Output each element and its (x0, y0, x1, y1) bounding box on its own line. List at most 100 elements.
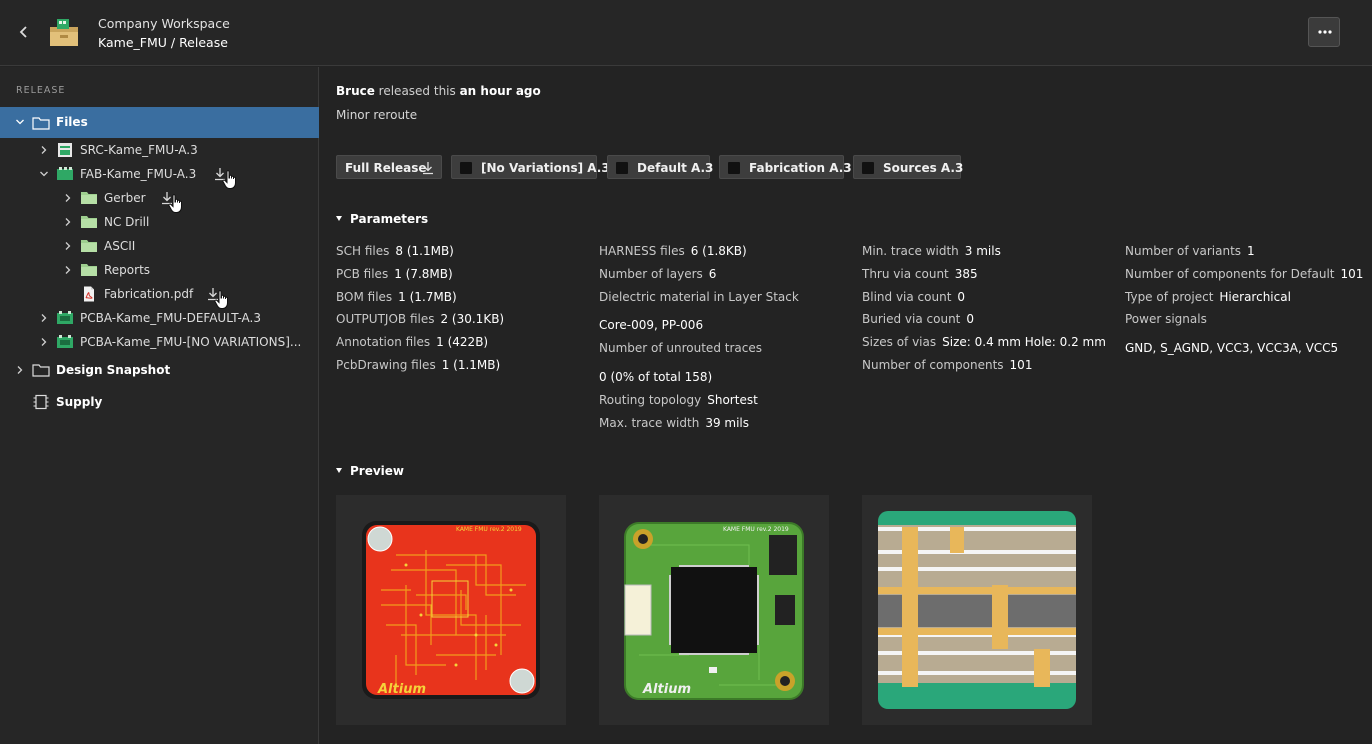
tree-item-label: Files (56, 115, 88, 129)
tree-item-files[interactable]: Files (0, 107, 319, 138)
tree-item-supply[interactable]: Supply (0, 390, 319, 414)
chevron-right-icon[interactable] (39, 145, 49, 155)
chevron-right-icon[interactable] (63, 193, 73, 203)
button-label: [No Variations] A.3 (481, 161, 610, 175)
tree-item-label: Reports (104, 263, 151, 277)
release-time: an hour ago (459, 84, 541, 98)
release-author[interactable]: Bruce (336, 84, 375, 98)
preview-layer-stack[interactable] (862, 495, 1092, 725)
tree-item-label: Supply (56, 395, 103, 409)
tree-item-label: Gerber (104, 191, 146, 205)
sidebar: RELEASE Files SRC-Kame_FMU-A.3 FAB-Kame_… (0, 67, 319, 744)
param-sizes-of-vias: Sizes of vias Size: 0.4 mm Hole: 0.2 mm (862, 335, 1106, 349)
assembly-package-icon (57, 335, 73, 348)
tree-item-src[interactable]: SRC-Kame_FMU-A.3 (0, 138, 319, 162)
chevron-right-icon[interactable] (15, 365, 25, 375)
button-label: Full Release (345, 161, 427, 175)
tree-item-label: ASCII (104, 239, 136, 253)
parameters-section-toggle[interactable]: Parameters (336, 212, 428, 226)
param-power-signals-value: GND, S_AGND, VCC3, VCC3A, VCC5 (1125, 341, 1339, 355)
tree-item-label: NC Drill (104, 215, 150, 229)
param-power-signals-label: Power signals (1125, 312, 1207, 326)
assembly-package-icon (57, 311, 73, 324)
chevron-right-icon[interactable] (39, 313, 49, 323)
source-package-icon (58, 143, 72, 157)
tree-item-design-snapshot[interactable]: Design Snapshot (0, 358, 319, 382)
folder-icon (32, 117, 50, 130)
chevron-right-icon[interactable] (39, 337, 49, 347)
no-variations-button[interactable]: [No Variations] A.3 (451, 155, 610, 179)
param-thru-via-count: Thru via count 385 (862, 267, 978, 281)
release-action: released this (374, 84, 460, 98)
tree-item-ascii[interactable]: ASCII (0, 234, 319, 258)
altium-logo-text: Altium (642, 682, 691, 697)
param-dielectric-material-label: Dielectric material in Layer Stack (599, 290, 799, 304)
param-pcbdrawing-files: PcbDrawing files 1 (1.1MB) (336, 358, 501, 372)
folder-icon (81, 192, 97, 204)
square-icon (728, 162, 740, 174)
tree-item-gerber[interactable]: Gerber (0, 186, 319, 213)
folder-icon (81, 264, 97, 276)
chevron-right-icon[interactable] (63, 217, 73, 227)
download-icon (423, 162, 433, 175)
param-dielectric-material-value: Core-009, PP-006 (599, 318, 704, 332)
param-unrouted-traces-label: Number of unrouted traces (599, 341, 762, 355)
button-label: Fabrication A.3 (749, 161, 852, 175)
sources-button[interactable]: Sources A.3 (853, 155, 964, 179)
pdf-file-icon (84, 286, 94, 302)
tree-item-reports[interactable]: Reports (0, 258, 319, 282)
chevron-right-icon[interactable] (63, 241, 73, 251)
chevron-right-icon[interactable] (63, 265, 73, 275)
preview-pcb-2d[interactable]: KAME FMU rev.2 2019 Altium (336, 495, 566, 725)
caret-down-icon (336, 468, 342, 473)
caret-down-icon (336, 216, 342, 221)
square-icon (460, 162, 472, 174)
chevron-down-icon[interactable] (15, 117, 25, 127)
param-annotation-files: Annotation files 1 (422B) (336, 335, 489, 349)
param-type-of-project: Type of project Hierarchical (1125, 290, 1291, 304)
tree-item-label: FAB-Kame_FMU-A.3 (80, 167, 197, 181)
tree-item-pcba-default[interactable]: PCBA-Kame_FMU-DEFAULT-A.3 (0, 306, 319, 330)
param-routing-topology: Routing topology Shortest (599, 393, 758, 407)
workspace-box-icon (50, 19, 78, 46)
tree-item-nc-drill[interactable]: NC Drill (0, 210, 319, 234)
breadcrumb: Kame_FMU / Release (98, 35, 228, 50)
square-icon (862, 162, 874, 174)
tree-item-fabrication-pdf[interactable]: Fabrication.pdf (0, 282, 319, 309)
app-header: Company Workspace Kame_FMU / Release (0, 0, 1372, 66)
button-label: Sources A.3 (883, 161, 964, 175)
back-arrow-icon[interactable] (14, 22, 32, 42)
folder-icon (81, 216, 97, 228)
param-min-trace-width: Min. trace width 3 mils (862, 244, 1001, 258)
workspace-name: Company Workspace (98, 16, 230, 31)
param-number-of-components: Number of components 101 (862, 358, 1033, 372)
tree-item-label: PCBA-Kame_FMU-DEFAULT-A.3 (80, 311, 261, 325)
preview-section-toggle[interactable]: Preview (336, 464, 404, 478)
chevron-down-icon[interactable] (39, 169, 49, 179)
release-info: Bruce released this an hour ago (336, 84, 541, 98)
param-unrouted-traces-value: 0 (0% of total 158) (599, 370, 713, 384)
tree-item-label: SRC-Kame_FMU-A.3 (80, 143, 198, 157)
breadcrumb-page: Release (179, 35, 228, 50)
preview-pcb-3d[interactable]: KAME FMU rev.2 2019 Altium (599, 495, 829, 725)
default-variant-button[interactable]: Default A.3 (607, 155, 713, 179)
fabrication-package-icon (57, 167, 73, 180)
ellipsis-icon (1318, 30, 1332, 34)
param-sch-files: SCH files 8 (1.1MB) (336, 244, 454, 258)
param-max-trace-width: Max. trace width 39 mils (599, 416, 750, 430)
tree-item-label: Design Snapshot (56, 363, 171, 377)
param-harness-files: HARNESS files 6 (1.8KB) (599, 244, 747, 258)
fabrication-button[interactable]: Fabrication A.3 (719, 155, 852, 179)
sidebar-section-label: RELEASE (16, 85, 66, 96)
more-options-button[interactable] (1308, 17, 1340, 47)
full-release-button[interactable]: Full Release (336, 155, 442, 179)
folder-icon (32, 364, 50, 377)
square-icon (616, 162, 628, 174)
board-silkscreen-text: KAME FMU rev.2 2019 (456, 526, 522, 533)
tree-item-pcba-no-variations[interactable]: PCBA-Kame_FMU-[NO VARIATIONS]... (0, 330, 319, 354)
tree-item-fab[interactable]: FAB-Kame_FMU-A.3 (0, 162, 319, 189)
board-silkscreen-text: KAME FMU rev.2 2019 (723, 526, 789, 533)
section-title: Preview (350, 464, 405, 478)
param-outputjob-files: OUTPUTJOB files 2 (30.1KB) (336, 312, 505, 326)
breadcrumb-project[interactable]: Kame_FMU (98, 35, 167, 50)
